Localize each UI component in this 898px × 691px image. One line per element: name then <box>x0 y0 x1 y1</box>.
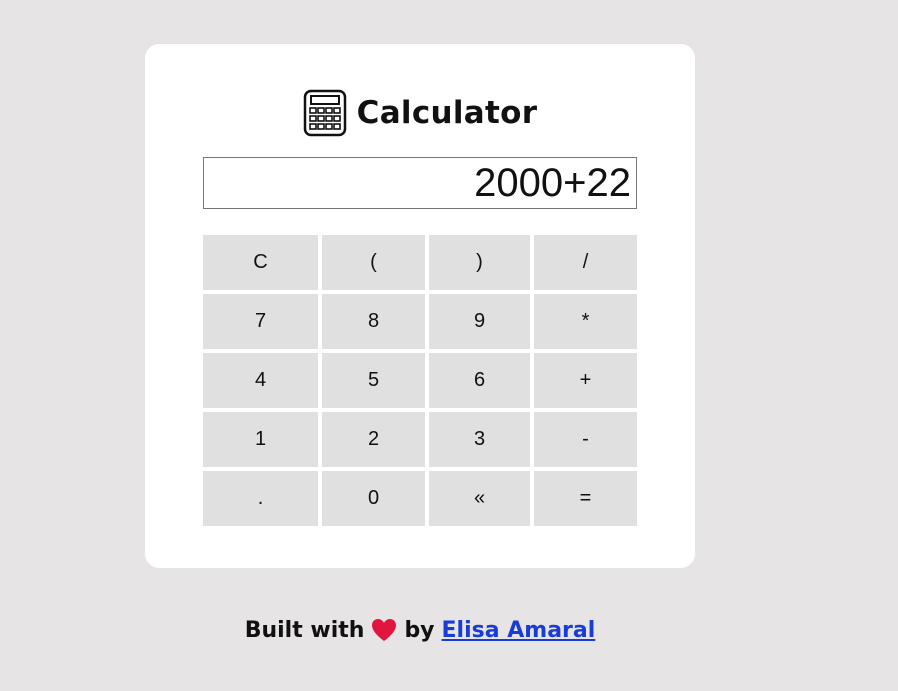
digit-2-button[interactable]: 2 <box>322 412 425 467</box>
digit-8-button[interactable]: 8 <box>322 294 425 349</box>
digit-1-button[interactable]: 1 <box>203 412 318 467</box>
footer-built-with-text: Built with <box>244 617 365 643</box>
footer: Built with by Elisa Amaral <box>0 612 840 648</box>
backspace-button[interactable]: « <box>429 471 530 526</box>
author-link[interactable]: Elisa Amaral <box>442 618 596 643</box>
digit-5-button[interactable]: 5 <box>322 353 425 408</box>
expression-display[interactable] <box>203 157 637 209</box>
divide-button[interactable]: / <box>534 235 637 290</box>
digit-4-button[interactable]: 4 <box>203 353 318 408</box>
digit-3-button[interactable]: 3 <box>429 412 530 467</box>
multiply-button[interactable]: * <box>534 294 637 349</box>
digit-6-button[interactable]: 6 <box>429 353 530 408</box>
footer-by-text: by <box>404 617 435 643</box>
digit-9-button[interactable]: 9 <box>429 294 530 349</box>
open-paren-button[interactable]: ( <box>322 235 425 290</box>
decimal-button[interactable]: . <box>203 471 318 526</box>
close-paren-button[interactable]: ) <box>429 235 530 290</box>
calculator-header: Calculator <box>145 88 695 138</box>
heart-icon <box>371 618 397 642</box>
calculator-icon <box>303 89 347 137</box>
plus-button[interactable]: + <box>534 353 637 408</box>
digit-0-button[interactable]: 0 <box>322 471 425 526</box>
clear-button[interactable]: C <box>203 235 318 290</box>
keypad: C()/ 7 8 9 * 4 5 6 +1 2 3-. 0 «= <box>203 235 637 526</box>
equals-button[interactable]: = <box>534 471 637 526</box>
page-title: Calculator <box>356 95 538 131</box>
minus-button[interactable]: - <box>534 412 637 467</box>
digit-7-button[interactable]: 7 <box>203 294 318 349</box>
calculator-card: Calculator C()/ 789* 456+123-.0«= <box>145 44 695 568</box>
